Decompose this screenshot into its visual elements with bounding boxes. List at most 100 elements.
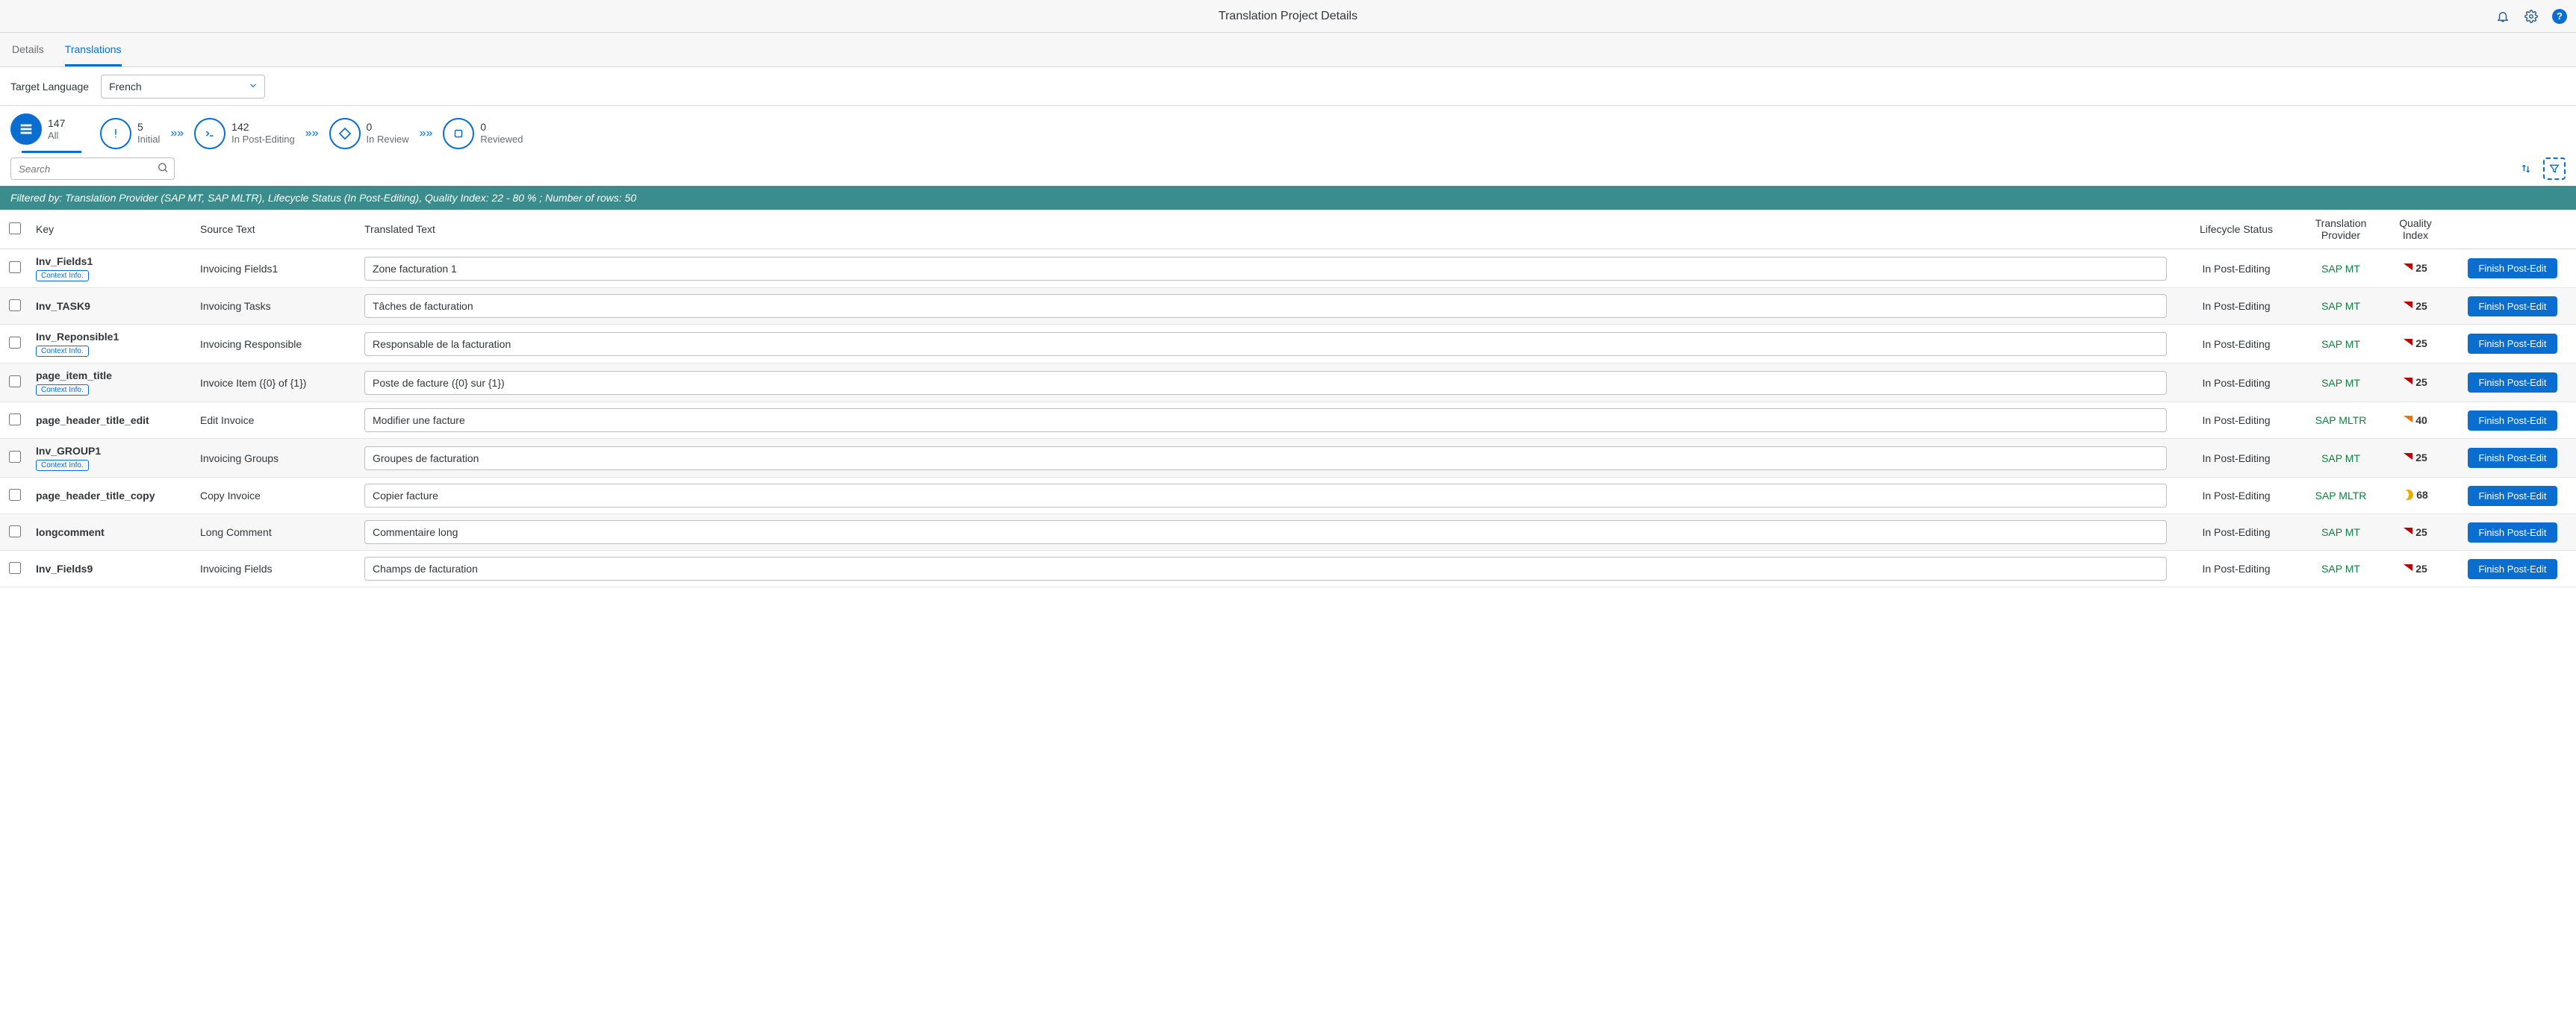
flag-icon <box>2404 302 2412 310</box>
diamond-icon <box>329 118 361 149</box>
exclamation-icon <box>100 118 131 149</box>
table-row: Inv_GROUP1 Context Info. Invoicing Groups I… <box>0 439 2576 478</box>
status-reviewed[interactable]: 0 Reviewed <box>443 118 523 149</box>
quality-index: 25 <box>2404 563 2427 575</box>
finish-post-edit-button[interactable]: Finish Post-Edit <box>2468 559 2557 579</box>
status-in-review[interactable]: 0 In Review <box>329 118 409 149</box>
source-text: Invoicing Fields <box>194 551 358 587</box>
status-reviewed-count: 0 <box>480 121 523 134</box>
translation-provider: SAP MT <box>2300 551 2382 587</box>
finish-post-edit-button[interactable]: Finish Post-Edit <box>2468 410 2557 431</box>
key-label: Inv_Reponsible1 <box>36 331 188 343</box>
key-label: Inv_Fields9 <box>36 563 188 575</box>
source-text: Invoicing Fields1 <box>194 249 358 288</box>
select-all-checkbox[interactable] <box>9 222 21 234</box>
row-checkbox[interactable] <box>9 489 21 501</box>
row-checkbox[interactable] <box>9 525 21 537</box>
chevrons-icon: »» <box>302 127 322 140</box>
quality-index: 25 <box>2404 452 2427 463</box>
row-checkbox[interactable] <box>9 413 21 425</box>
row-checkbox[interactable] <box>9 562 21 574</box>
key-label: Inv_Fields1 <box>36 255 188 267</box>
translated-input[interactable] <box>364 257 2167 281</box>
col-lifecycle[interactable]: Lifecycle Status <box>2173 210 2300 249</box>
translated-input[interactable] <box>364 408 2167 432</box>
status-reviewed-label: Reviewed <box>480 134 523 146</box>
source-text: Long Comment <box>194 514 358 551</box>
translated-input[interactable] <box>364 520 2167 544</box>
finish-post-edit-button[interactable]: Finish Post-Edit <box>2468 334 2557 354</box>
gear-icon[interactable] <box>2524 9 2539 24</box>
table-row: Inv_Fields1 Context Info. Invoicing Fields… <box>0 249 2576 288</box>
source-text: Copy Invoice <box>194 478 358 514</box>
status-post-editing[interactable]: 142 In Post-Editing <box>194 118 295 149</box>
lifecycle-status: In Post-Editing <box>2173 288 2300 325</box>
target-language-label: Target Language <box>10 81 89 93</box>
row-checkbox[interactable] <box>9 299 21 311</box>
sort-button[interactable] <box>2515 157 2537 180</box>
context-info-badge[interactable]: Context Info. <box>36 346 89 357</box>
flag-icon <box>2404 339 2412 348</box>
context-info-badge[interactable]: Context Info. <box>36 460 89 471</box>
translated-input[interactable] <box>364 446 2167 470</box>
lifecycle-status: In Post-Editing <box>2173 439 2300 478</box>
finish-post-edit-button[interactable]: Finish Post-Edit <box>2468 296 2557 316</box>
row-checkbox[interactable] <box>9 261 21 273</box>
finish-post-edit-button[interactable]: Finish Post-Edit <box>2468 448 2557 468</box>
finish-post-edit-button[interactable]: Finish Post-Edit <box>2468 372 2557 393</box>
tab-details[interactable]: Details <box>12 34 44 66</box>
col-qi[interactable]: Quality Index <box>2382 210 2449 249</box>
row-checkbox[interactable] <box>9 451 21 463</box>
col-source[interactable]: Source Text <box>194 210 358 249</box>
status-all-count: 147 <box>48 117 65 130</box>
status-initial[interactable]: 5 Initial <box>100 118 160 149</box>
translated-input[interactable] <box>364 484 2167 508</box>
tab-translations[interactable]: Translations <box>65 34 122 66</box>
translated-input[interactable] <box>364 371 2167 395</box>
lifecycle-status: In Post-Editing <box>2173 551 2300 587</box>
translated-input[interactable] <box>364 294 2167 318</box>
key-label: Inv_GROUP1 <box>36 445 188 457</box>
filter-info-bar: Filtered by: Translation Provider (SAP M… <box>0 186 2576 210</box>
col-translated[interactable]: Translated Text <box>358 210 2173 249</box>
source-text: Invoicing Groups <box>194 439 358 478</box>
key-label: longcomment <box>36 526 188 538</box>
translated-input[interactable] <box>364 557 2167 581</box>
table-row: Inv_Reponsible1Context Info.Invoicing Re… <box>0 325 2576 363</box>
key-label: page_item_title <box>36 369 188 381</box>
translation-provider: SAP MT <box>2300 363 2382 402</box>
status-post-editing-label: In Post-Editing <box>231 134 295 146</box>
quality-index: 40 <box>2404 414 2427 426</box>
quality-index: 25 <box>2404 526 2427 538</box>
help-icon[interactable]: ? <box>2552 9 2567 24</box>
row-checkbox[interactable] <box>9 337 21 349</box>
search-icon[interactable] <box>157 162 169 176</box>
finish-post-edit-button[interactable]: Finish Post-Edit <box>2468 486 2557 506</box>
target-language-select[interactable]: French <box>101 75 265 99</box>
context-info-badge[interactable]: Context Info. <box>36 270 89 281</box>
quality-index: 25 <box>2404 262 2427 274</box>
filter-button[interactable] <box>2543 157 2566 180</box>
col-key[interactable]: Key <box>30 210 194 249</box>
translation-provider: SAP MLTR <box>2300 478 2382 514</box>
status-in-review-count: 0 <box>367 121 409 134</box>
status-all[interactable]: 147 All <box>10 113 93 148</box>
translations-table: Key Source Text Translated Text Lifecycl… <box>0 210 2576 587</box>
row-checkbox[interactable] <box>9 375 21 387</box>
translation-provider: SAP MT <box>2300 249 2382 288</box>
col-provider[interactable]: Translation Provider <box>2300 210 2382 249</box>
lifecycle-status: In Post-Editing <box>2173 478 2300 514</box>
translation-provider: SAP MT <box>2300 514 2382 551</box>
context-info-badge[interactable]: Context Info. <box>36 384 89 396</box>
flag-icon <box>2404 378 2412 387</box>
status-post-editing-count: 142 <box>231 121 295 134</box>
bell-icon[interactable] <box>2495 9 2510 24</box>
finish-post-edit-button[interactable]: Finish Post-Edit <box>2468 522 2557 543</box>
search-input[interactable] <box>10 157 175 180</box>
finish-post-edit-button[interactable]: Finish Post-Edit <box>2468 258 2557 278</box>
source-text: Edit Invoice <box>194 402 358 439</box>
table-row: page_item_titleContext Info.Invoice Item… <box>0 363 2576 402</box>
flag-icon <box>2404 416 2412 425</box>
table-row: longcommentLong CommentIn Post-EditingSA… <box>0 514 2576 551</box>
translated-input[interactable] <box>364 332 2167 356</box>
